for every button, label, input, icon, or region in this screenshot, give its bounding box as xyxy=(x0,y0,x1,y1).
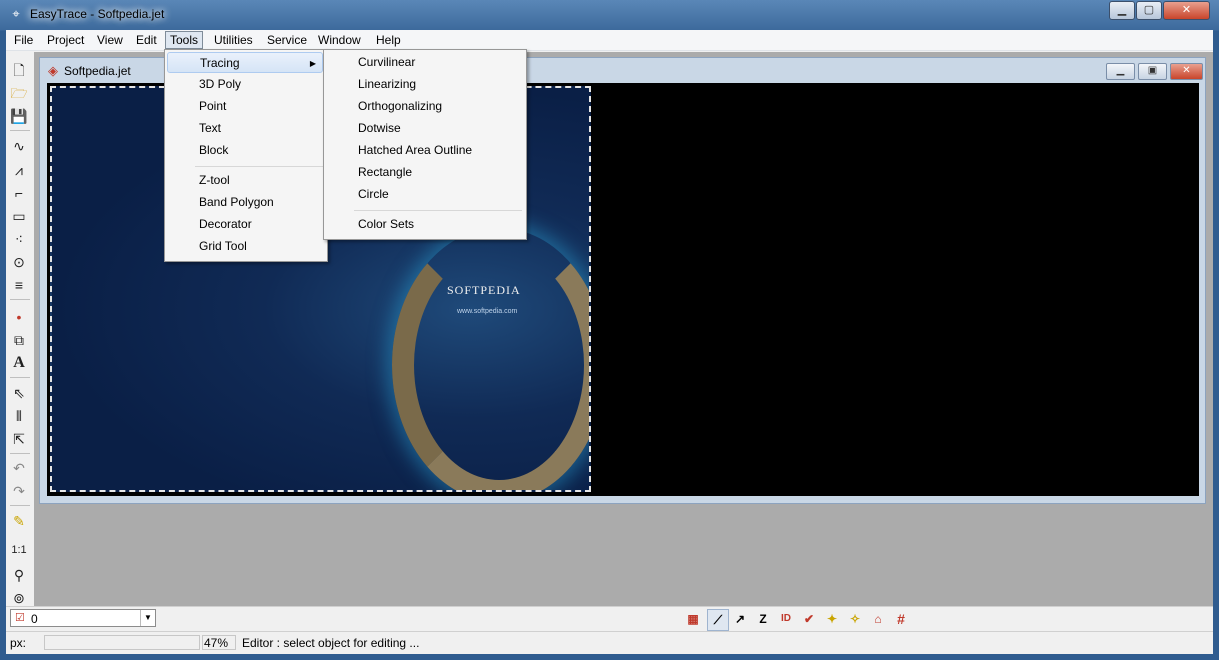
polyline-icon[interactable]: ⩘ xyxy=(9,160,29,180)
chevron-down-icon[interactable]: ▼ xyxy=(140,610,155,626)
document-title: Softpedia.jet xyxy=(64,64,131,78)
block-icon[interactable]: ⧉ xyxy=(9,330,29,350)
watermark-url: www.softpedia.com xyxy=(457,308,518,315)
maximize-button[interactable]: ▢ xyxy=(1136,1,1162,20)
tracing-submenu: Curvilinear Linearizing Orthogonalizing … xyxy=(323,49,527,240)
menu-item-point[interactable]: Point xyxy=(167,96,323,117)
close-button[interactable]: ✕ xyxy=(1163,1,1210,20)
left-toolbar: 🗋 🗁 💾 ∿ ⩘ ⌐ ▭ ⁖ ⊙ ≡ • ⧉ A ⇖ ⫴ ⇱ ↶ ↷ ✎ 1:… xyxy=(6,52,35,622)
menu-separator xyxy=(195,166,323,167)
menu-item-tracing[interactable]: Tracing ▶ xyxy=(167,52,323,73)
menu-item-3d-poly[interactable]: 3D Poly xyxy=(167,74,323,95)
toolbar-separator xyxy=(10,453,30,454)
document-icon: ◈ xyxy=(48,63,58,78)
id-icon[interactable]: ID xyxy=(776,609,796,629)
pencil-icon[interactable]: ✎ xyxy=(9,511,29,531)
open-folder-icon[interactable]: 🗁 xyxy=(9,83,29,103)
circle-icon[interactable]: ⊙ xyxy=(9,252,29,272)
arrow-icon[interactable]: ↗ xyxy=(730,609,750,629)
app-window: ⌖ EasyTrace - Softpedia.jet ▁ ▢ ✕ File P… xyxy=(0,0,1219,660)
status-coord-box xyxy=(44,635,200,650)
new-file-icon[interactable]: 🗋 xyxy=(9,60,29,80)
doc-restore-button[interactable]: ▣ xyxy=(1138,63,1167,80)
hatch-icon[interactable]: ≡ xyxy=(9,275,29,295)
toolbar-separator xyxy=(10,505,30,506)
layer-combo-value: 0 xyxy=(31,612,38,626)
doc-close-button[interactable]: ✕ xyxy=(1170,63,1203,80)
submenu-linearizing[interactable]: Linearizing xyxy=(326,74,522,95)
submenu-circle[interactable]: Circle xyxy=(326,184,522,205)
status-message: Editor : select object for editing ... xyxy=(242,636,420,650)
save-icon[interactable]: 💾 xyxy=(9,106,29,126)
tools-menu: Tracing ▶ 3D Poly Point Text Block Z-tool… xyxy=(164,49,328,262)
zoom-fit-icon[interactable]: ⊚ xyxy=(9,588,29,608)
menu-view[interactable]: View xyxy=(93,32,127,48)
multi-select-icon[interactable]: ⫴ xyxy=(9,406,29,426)
window-title: EasyTrace - Softpedia.jet xyxy=(30,7,165,21)
menu-item-band-polygon[interactable]: Band Polygon xyxy=(167,192,323,213)
watermark-title: SOFTPEDIA xyxy=(447,283,521,297)
easytrace-app-icon[interactable]: ⌖ xyxy=(8,6,24,22)
status-px-label: px: xyxy=(10,636,27,650)
menu-help[interactable]: Help xyxy=(372,32,405,48)
menu-service[interactable]: Service xyxy=(263,32,311,48)
menu-item-decorator[interactable]: Decorator xyxy=(167,214,323,235)
status-zoom: 47% xyxy=(204,636,229,650)
undo-icon[interactable]: ↶ xyxy=(9,458,29,478)
submenu-hatched-area-outline[interactable]: Hatched Area Outline xyxy=(326,140,522,161)
menu-item-z-tool[interactable]: Z-tool xyxy=(167,170,323,191)
layer-combo[interactable]: ☑ 0 ▼ xyxy=(10,609,156,627)
point-icon[interactable]: • xyxy=(9,307,29,327)
step-line-icon[interactable]: ⌐ xyxy=(9,183,29,203)
toolbar-separator xyxy=(10,130,30,131)
menu-item-grid-tool[interactable]: Grid Tool xyxy=(167,236,323,257)
submenu-curvilinear[interactable]: Curvilinear xyxy=(326,52,522,73)
submenu-dotwise[interactable]: Dotwise xyxy=(326,118,522,139)
title-bar[interactable]: ⌖ EasyTrace - Softpedia.jet ▁ ▢ ✕ xyxy=(0,0,1219,30)
menu-window[interactable]: Window xyxy=(314,32,365,48)
select-node-icon[interactable]: ⇱ xyxy=(9,429,29,449)
text-icon[interactable]: A xyxy=(9,353,29,373)
submenu-color-sets[interactable]: Color Sets xyxy=(326,214,522,235)
island-shape xyxy=(392,228,589,490)
menu-tools[interactable]: Tools xyxy=(165,31,204,49)
menu-edit[interactable]: Edit xyxy=(132,32,161,48)
submenu-rectangle[interactable]: Rectangle xyxy=(326,162,522,183)
check-icon[interactable]: ✔ xyxy=(799,609,819,629)
menu-separator xyxy=(354,210,522,211)
wand-icon[interactable]: ✦ xyxy=(822,609,842,629)
doc-minimize-button[interactable]: ▁ xyxy=(1106,63,1135,80)
menu-file[interactable]: File xyxy=(10,32,37,48)
menu-bar: File Project View Edit Tools Utilities S… xyxy=(6,30,1213,51)
menu-item-text[interactable]: Text xyxy=(167,118,323,139)
snap-icon[interactable]: ⟋ xyxy=(707,609,729,631)
curve-icon[interactable]: ∿ xyxy=(9,136,29,156)
status-bar: px: 47% Editor : select object for editi… xyxy=(6,631,1213,654)
z-value-icon[interactable]: Z xyxy=(753,609,773,629)
toolbar-separator xyxy=(10,299,30,300)
menu-project[interactable]: Project xyxy=(43,32,88,48)
bottom-toolbar: ☑ 0 ▼ ▦ ⟋ ↗ Z ID ✔ ✦ ✧ ⌂ # xyxy=(6,606,1213,631)
check-icon: ☑ xyxy=(15,612,25,624)
minimize-button[interactable]: ▁ xyxy=(1109,1,1135,20)
house-icon[interactable]: ⌂ xyxy=(868,609,888,629)
scale-1to1-icon[interactable]: 1:1 xyxy=(9,540,29,560)
toolbar-separator xyxy=(10,377,30,378)
submenu-orthogonalizing[interactable]: Orthogonalizing xyxy=(326,96,522,117)
zoom-icon[interactable]: ⚲ xyxy=(9,565,29,585)
rectangle-icon[interactable]: ▭ xyxy=(9,206,29,226)
attributes-icon[interactable]: ▦ xyxy=(683,609,703,629)
menu-utilities[interactable]: Utilities xyxy=(210,32,257,48)
menu-item-block[interactable]: Block xyxy=(167,140,323,161)
wand2-icon[interactable]: ✧ xyxy=(845,609,865,629)
submenu-arrow-icon: ▶ xyxy=(309,59,316,68)
dotted-curve-icon[interactable]: ⁖ xyxy=(9,229,29,249)
redo-icon[interactable]: ↷ xyxy=(9,481,29,501)
grid-hash-icon[interactable]: # xyxy=(891,609,911,629)
select-arrow-icon[interactable]: ⇖ xyxy=(9,383,29,403)
